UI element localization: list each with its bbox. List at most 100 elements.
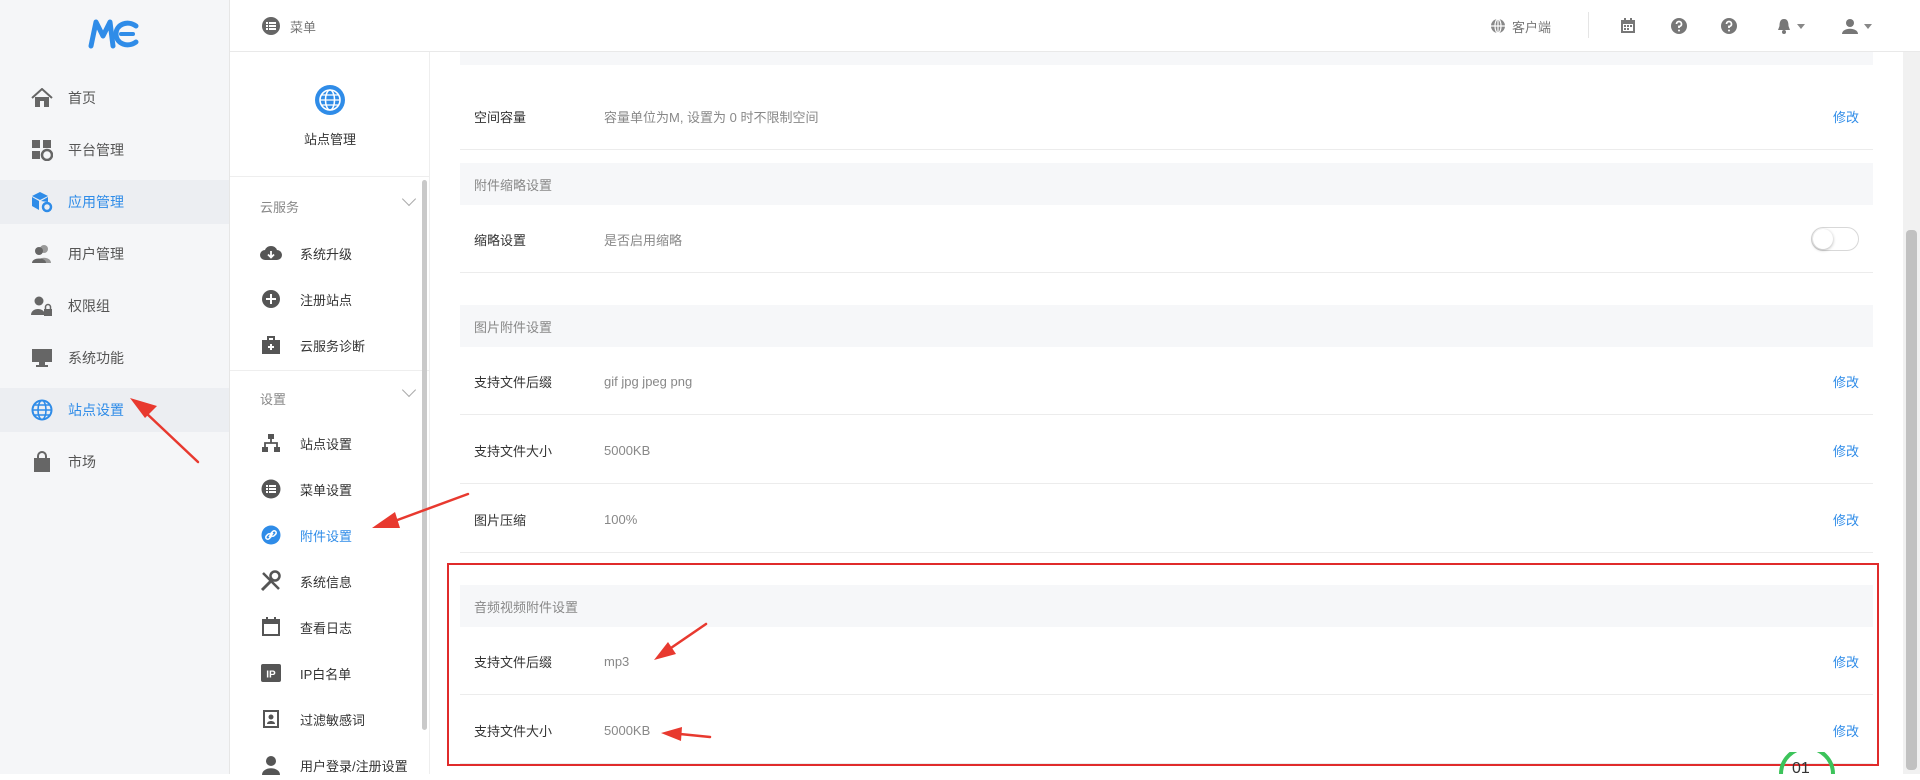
shopping-bag-icon: [30, 450, 54, 474]
nav-item-label: 市场: [68, 454, 96, 470]
setting-row-space-capacity: 空间容量 容量单位为M, 设置为 0 时不限制空间 修改: [460, 82, 1873, 150]
divider: [230, 370, 430, 371]
sub-item-view-logs[interactable]: 查看日志: [260, 612, 352, 642]
sub-item-label: 用户登录/注册设置: [300, 758, 408, 774]
sub-item-login-register-settings[interactable]: 用户登录/注册设置: [260, 750, 408, 780]
sub-item-sensitive-words[interactable]: 过滤敏感词: [260, 704, 365, 734]
sub-item-label: 系统信息: [300, 574, 353, 590]
bell-icon: [1777, 18, 1791, 34]
setting-value: 5000KB: [604, 442, 651, 458]
nav-item-home[interactable]: 首页: [0, 76, 229, 120]
nav-item-app-management[interactable]: 应用管理: [0, 180, 229, 224]
nav-item-permission-group[interactable]: 权限组: [0, 284, 229, 328]
top-bar: 菜单 客户端: [230, 0, 1920, 52]
section-header-partial: [460, 52, 1873, 65]
section-title-thumbnail: 附件缩略设置: [460, 163, 1873, 205]
user-icon: [1842, 18, 1858, 34]
cloud-download-icon: [260, 242, 282, 264]
chevron-down-icon[interactable]: [401, 382, 417, 398]
help-button[interactable]: [1671, 0, 1687, 52]
sub-item-label: 注册站点: [300, 292, 353, 308]
question-circle-icon: [1671, 18, 1687, 34]
thumbnail-toggle[interactable]: [1811, 227, 1859, 251]
nav-item-label: 应用管理: [68, 194, 124, 210]
setting-value: 是否启用缩略: [604, 232, 683, 248]
calendar-button[interactable]: [1620, 0, 1636, 52]
edit-link[interactable]: 修改: [1833, 347, 1859, 415]
nav-item-market[interactable]: 市场: [0, 440, 229, 484]
user-icon: [260, 754, 282, 776]
nav-item-system-functions[interactable]: 系统功能: [0, 336, 229, 380]
calendar-icon: [1620, 18, 1636, 34]
chevron-down-icon[interactable]: [401, 191, 417, 207]
sub-item-label: IP白名单: [300, 666, 352, 682]
client-label: 客户端: [1512, 19, 1552, 35]
sub-item-label: 过滤敏感词: [300, 712, 366, 728]
notifications-dropdown[interactable]: [1777, 0, 1805, 52]
logo[interactable]: [88, 18, 140, 50]
sitemap-icon: [260, 432, 282, 454]
globe-icon: [314, 84, 346, 116]
sub-item-label: 附件设置: [300, 528, 353, 544]
group-title-settings[interactable]: 设置: [260, 389, 286, 408]
menu-toggle[interactable]: 菜单: [262, 0, 316, 52]
sub-item-system-info[interactable]: 系统信息: [260, 566, 352, 596]
setting-label: 支持文件大小: [474, 443, 553, 459]
sub-item-menu-settings[interactable]: 菜单设置: [260, 474, 352, 504]
toggle-knob: [1813, 229, 1833, 249]
edit-link[interactable]: 修改: [1833, 416, 1859, 484]
sub-item-attachment-settings[interactable]: 附件设置: [260, 520, 352, 550]
nav-item-label: 权限组: [68, 298, 110, 314]
medkit-icon: [260, 334, 282, 356]
list-icon: [260, 478, 282, 500]
nav-item-site-settings[interactable]: 站点设置: [0, 388, 229, 432]
edit-link[interactable]: 修改: [1833, 82, 1859, 150]
sub-item-label: 查看日志: [300, 620, 353, 636]
setting-label: 缩略设置: [474, 232, 527, 248]
divider: [1588, 12, 1589, 38]
user-lock-icon: [30, 294, 54, 318]
setting-label: 支持文件后缀: [474, 374, 553, 390]
grid-gear-icon: [30, 138, 54, 162]
sub-item-register-site[interactable]: 注册站点: [260, 284, 352, 314]
user-dropdown[interactable]: [1842, 0, 1872, 52]
setting-row-image-size: 支持文件大小 5000KB 修改: [460, 416, 1873, 484]
setting-row-thumbnail: 缩略设置 是否启用缩略: [460, 205, 1873, 273]
list-circle-icon: [262, 17, 280, 35]
client-link[interactable]: 客户端: [1490, 0, 1551, 52]
secondary-sidebar: 站点管理 云服务 系统升级 注册站点 云服务诊断 设置 站点设置 菜单设置 附件…: [230, 52, 430, 775]
sub-item-site-settings[interactable]: 站点设置: [260, 428, 352, 458]
sub-item-cloud-diagnosis[interactable]: 云服务诊断: [260, 330, 365, 360]
chevron-down-icon: [1797, 23, 1805, 29]
sub-item-ip-whitelist[interactable]: IP IP白名单: [260, 658, 351, 688]
highlight-box: [447, 563, 1879, 766]
wrench-icon: [260, 570, 282, 592]
nav-item-label: 首页: [68, 90, 96, 106]
setting-row-image-suffix: 支持文件后缀 gif jpg jpeg png 修改: [460, 347, 1873, 415]
sub-item-label: 菜单设置: [300, 482, 353, 498]
calendar-icon: [260, 616, 282, 638]
link-icon: [260, 524, 282, 546]
box-gear-icon: [30, 190, 54, 214]
sub-item-system-upgrade[interactable]: 系统升级: [260, 238, 352, 268]
globe-icon: [1490, 18, 1506, 34]
nav-item-label: 系统功能: [68, 350, 124, 366]
address-book-icon: [260, 708, 282, 730]
loading-text: 01: [1792, 760, 1810, 777]
nav-item-label: 平台管理: [68, 142, 124, 158]
nav-item-users[interactable]: 用户管理: [0, 232, 229, 276]
setting-row-image-compression: 图片压缩 100% 修改: [460, 485, 1873, 553]
plus-circle-icon: [260, 288, 282, 310]
edit-link[interactable]: 修改: [1833, 485, 1859, 553]
sub-item-label: 站点设置: [300, 436, 353, 452]
sidebar-header-title: 站点管理: [303, 132, 356, 147]
nav-item-label: 用户管理: [68, 246, 124, 262]
menu-label: 菜单: [290, 19, 317, 35]
nav-item-platform[interactable]: 平台管理: [0, 128, 229, 172]
setting-value: 容量单位为M, 设置为 0 时不限制空间: [604, 109, 819, 125]
help-button-2[interactable]: [1721, 0, 1737, 52]
monitor-icon: [30, 346, 54, 370]
main-scrollbar-thumb[interactable]: [1906, 230, 1917, 770]
sidebar-scrollbar[interactable]: [422, 180, 427, 730]
group-title-cloud[interactable]: 云服务: [260, 197, 299, 216]
